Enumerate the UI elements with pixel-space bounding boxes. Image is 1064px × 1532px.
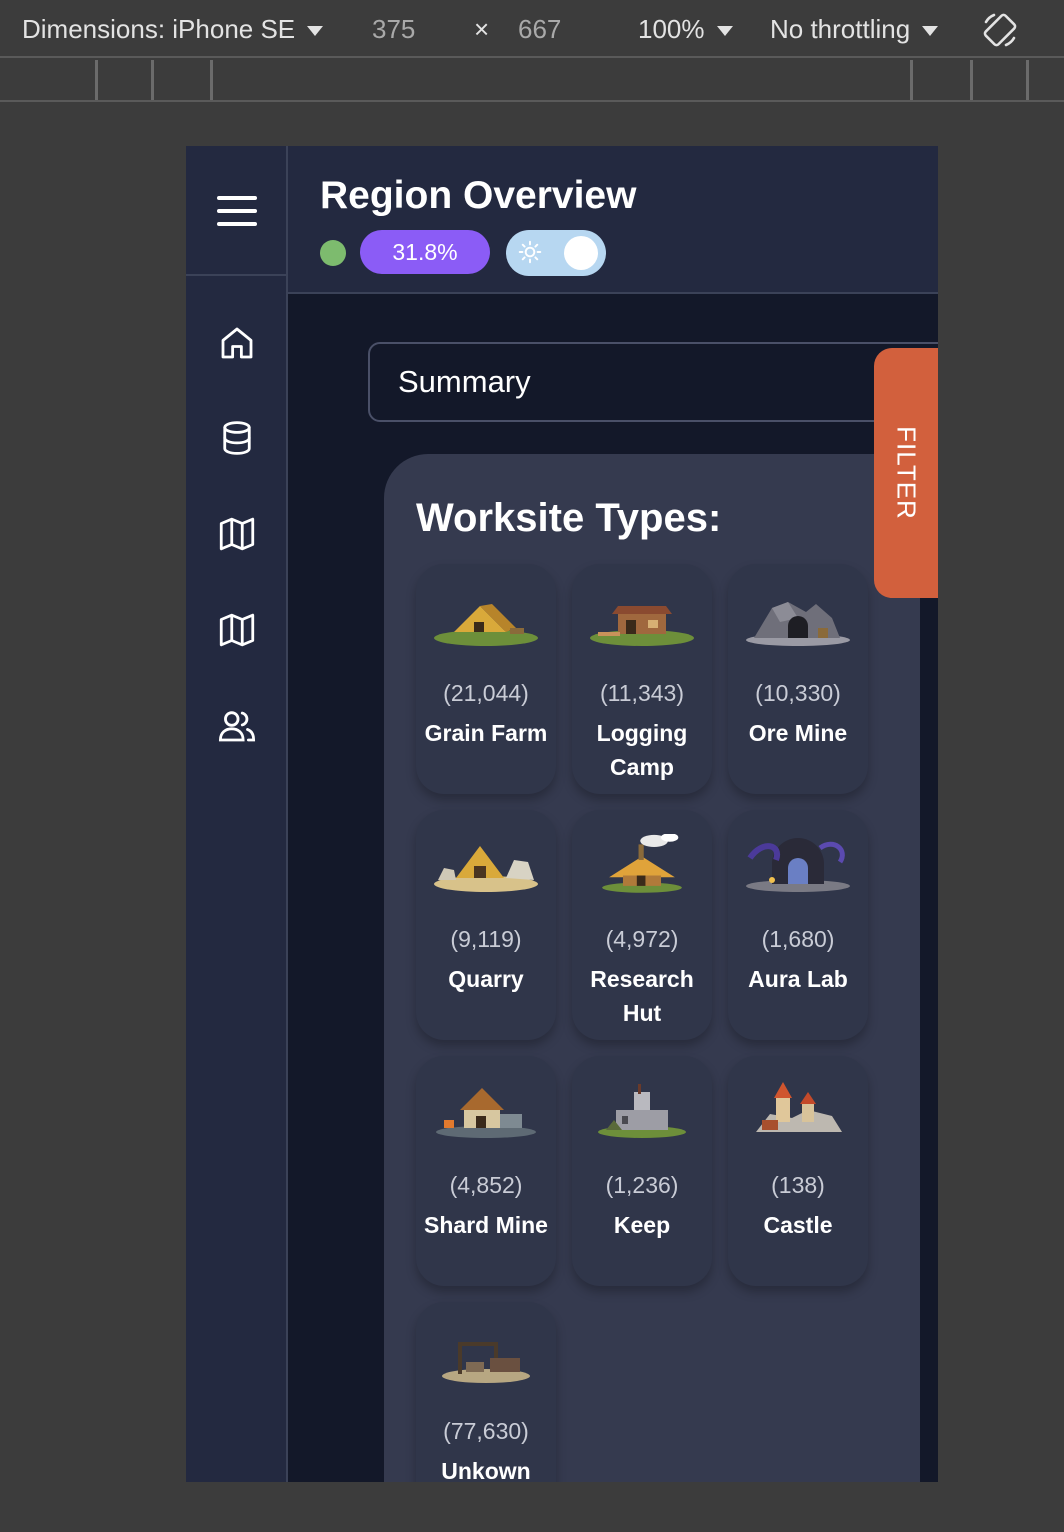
menu-button[interactable] [186,146,286,276]
sun-icon [518,240,542,264]
sidebar-item-home[interactable] [216,322,258,364]
aura-lab-icon [746,838,850,892]
worksite-card-shard-mine[interactable]: (4,852) Shard Mine [416,1056,556,1286]
quarry-icon [434,846,538,892]
viewport-height-input[interactable]: 667 [518,14,561,45]
breakpoint-marker[interactable] [210,60,213,100]
percent-badge: 31.8% [360,230,490,274]
sidebar-item-map[interactable] [216,513,258,555]
chevron-down-icon [307,25,324,36]
chevron-down-icon [716,25,733,36]
device-dimensions-label: Dimensions: iPhone SE [22,14,296,44]
device-dimensions-dropdown[interactable]: Dimensions: iPhone SE [22,14,324,45]
worksite-name: Grain Farm [424,720,548,746]
database-icon [223,421,251,455]
worksite-name: Keep [613,1212,671,1238]
worksite-count: (21,044) [443,680,529,706]
breakpoint-marker[interactable] [970,60,973,100]
worksite-count: (4,852) [449,1172,523,1198]
map-icon [219,517,255,551]
research-hut-icon [602,834,682,893]
page-header: Region Overview 31.8% [288,146,938,294]
home-icon [221,327,253,359]
toggle-knob [564,236,598,270]
hamburger-icon [217,222,257,226]
rotate-icon[interactable] [980,10,1020,50]
viewport-width-input[interactable]: 375 [372,14,415,45]
hamburger-icon [217,196,257,200]
worksite-card-unkown[interactable]: (77,630) Unkown [416,1302,556,1482]
worksite-count: (1,680) [761,926,835,952]
ore-mine-icon [746,602,850,646]
zoom-label: 100% [638,14,705,44]
map-icon [219,613,255,647]
worksite-name: Castle [763,1212,833,1238]
worksite-count: (9,119) [450,926,522,952]
worksite-count: (1,236) [605,1172,679,1198]
worksite-name: Aura Lab [748,966,848,992]
worksite-name: Research Hut [590,966,694,1026]
breakpoint-marker[interactable] [95,60,98,100]
times-icon: × [474,14,490,44]
worksite-card-quarry[interactable]: (9,119) Quarry [416,810,556,1040]
worksite-name: Ore Mine [748,720,848,746]
worksite-card-castle[interactable]: (138) Castle [728,1056,868,1286]
panel-title: Worksite Types: [416,496,722,540]
sidebar [186,146,288,1482]
hamburger-icon [217,209,257,213]
worksite-name: Unkown [441,1458,531,1482]
theme-toggle[interactable] [506,230,606,276]
worksite-count: (11,343) [600,680,684,706]
keep-icon [598,1084,686,1138]
breakpoint-marker[interactable] [1026,60,1029,100]
grain-farm-icon [434,604,538,646]
worksite-card-logging-camp[interactable]: (11,343) Logging Camp [572,564,712,794]
logging-camp-icon [590,606,694,646]
worksite-card-keep[interactable]: (1,236) Keep [572,1056,712,1286]
page-title: Region Overview [320,174,637,217]
breakpoint-marker[interactable] [910,60,913,100]
media-query-bar [0,58,1064,102]
shard-mine-icon [436,1088,536,1138]
worksite-card-grain-farm[interactable]: (21,044) Grain Farm [416,564,556,794]
filter-tab[interactable]: FILTER [874,348,938,598]
breakpoint-marker[interactable] [151,60,154,100]
sidebar-item-map-2[interactable] [216,609,258,651]
worksite-count: (77,630) [443,1418,529,1444]
worksite-card-aura-lab[interactable]: (1,680) Aura Lab [728,810,868,1040]
worksite-count: (4,972) [605,926,679,952]
worksite-name: Logging Camp [596,720,688,780]
sidebar-item-database[interactable] [216,417,258,459]
worksite-types-panel: Worksite Types: (21,044) Grain Farm (11,… [384,454,920,1482]
device-viewport: Region Overview 31.8% Summary Worksite T… [186,146,938,1482]
castle-icon [756,1082,842,1132]
filter-tab-label: FILTER [891,426,922,520]
worksite-card-ore-mine[interactable]: (10,330) Ore Mine [728,564,868,794]
worksite-count: (138) [771,1172,825,1198]
devtools-toolbar: Dimensions: iPhone SE 375 × 667 100% No … [0,0,1064,58]
worksite-card-research-hut[interactable]: (4,972) Research Hut [572,810,712,1040]
worksite-name: Shard Mine [424,1212,548,1238]
throttling-label: No throttling [770,14,911,44]
unknown-worksite-icon [442,1342,530,1383]
users-icon [218,711,256,742]
summary-select[interactable]: Summary [368,342,938,422]
chevron-down-icon [922,25,939,36]
worksite-name: Quarry [448,966,524,992]
sidebar-item-users[interactable] [216,705,258,747]
status-indicator [320,240,346,266]
worksite-count: (10,330) [755,680,841,706]
throttling-dropdown[interactable]: No throttling [770,14,939,45]
zoom-dropdown[interactable]: 100% [638,14,733,45]
summary-select-value: Summary [398,364,531,399]
